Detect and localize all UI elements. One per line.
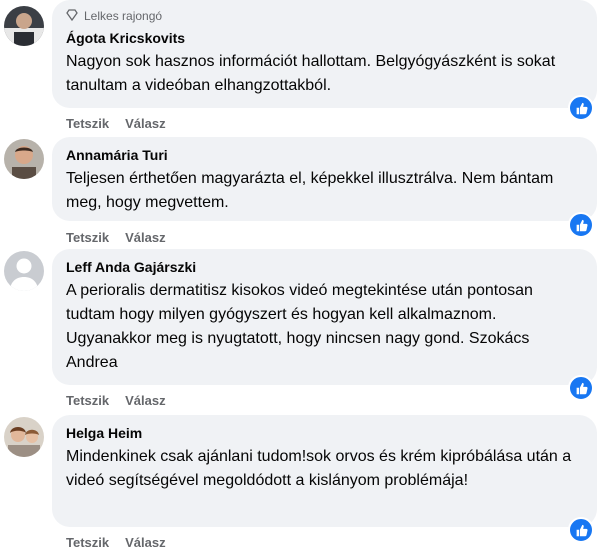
- comment-author[interactable]: Leff Anda Gajárszki: [66, 257, 583, 277]
- avatar[interactable]: [4, 417, 44, 457]
- comment-text: Nagyon sok hasznos információt hallottam…: [66, 53, 556, 94]
- comment-bubble: Lelkes rajongó Ágota Kricskovits Nagyon …: [52, 0, 597, 108]
- comment-author[interactable]: Annamária Turi: [66, 145, 583, 165]
- comment-author[interactable]: Helga Heim: [66, 423, 583, 443]
- fan-badge: Lelkes rajongó: [66, 8, 583, 24]
- reply-link[interactable]: Válasz: [125, 393, 165, 408]
- like-link[interactable]: Tetszik: [66, 393, 109, 408]
- thumbs-up-icon[interactable]: [568, 95, 594, 121]
- comment-bubble: Leff Anda Gajárszki A perioralis dermati…: [52, 249, 597, 385]
- comment-text: Teljesen érthetően magyarázta el, képekk…: [66, 170, 554, 211]
- comment-1: Lelkes rajongó Ágota Kricskovits Nagyon …: [0, 0, 600, 135]
- thumbs-up-icon[interactable]: [568, 517, 594, 543]
- comment-bubble: Annamária Turi Teljesen érthetően magyar…: [52, 137, 597, 221]
- comment-actions: Tetszik Válasz: [66, 535, 166, 550]
- like-link[interactable]: Tetszik: [66, 230, 109, 245]
- badge-label: Lelkes rajongó: [84, 9, 163, 23]
- comment-text: A perioralis dermatitisz kisokos videó m…: [66, 282, 533, 371]
- comment-actions: Tetszik Válasz: [66, 393, 166, 408]
- comment-4: Helga Heim Mindenkinek csak ajánlani tud…: [0, 415, 600, 552]
- diamond-icon: [66, 8, 78, 24]
- reply-link[interactable]: Válasz: [125, 116, 165, 131]
- reply-link[interactable]: Válasz: [125, 230, 165, 245]
- avatar[interactable]: [4, 6, 44, 46]
- thumbs-up-icon[interactable]: [568, 212, 594, 238]
- like-link[interactable]: Tetszik: [66, 535, 109, 550]
- comment-author[interactable]: Ágota Kricskovits: [66, 28, 583, 48]
- comment-actions: Tetszik Válasz: [66, 230, 166, 245]
- comment-2: Annamária Turi Teljesen érthetően magyar…: [0, 137, 600, 247]
- reply-link[interactable]: Válasz: [125, 535, 165, 550]
- like-link[interactable]: Tetszik: [66, 116, 109, 131]
- comment-bubble: Helga Heim Mindenkinek csak ajánlani tud…: [52, 415, 597, 527]
- comment-text: Mindenkinek csak ajánlani tudom!sok orvo…: [66, 448, 572, 489]
- thumbs-up-icon[interactable]: [568, 375, 594, 401]
- comment-3: Leff Anda Gajárszki A perioralis dermati…: [0, 249, 600, 414]
- comment-actions: Tetszik Válasz: [66, 116, 166, 131]
- avatar[interactable]: [4, 139, 44, 179]
- avatar[interactable]: [4, 251, 44, 291]
